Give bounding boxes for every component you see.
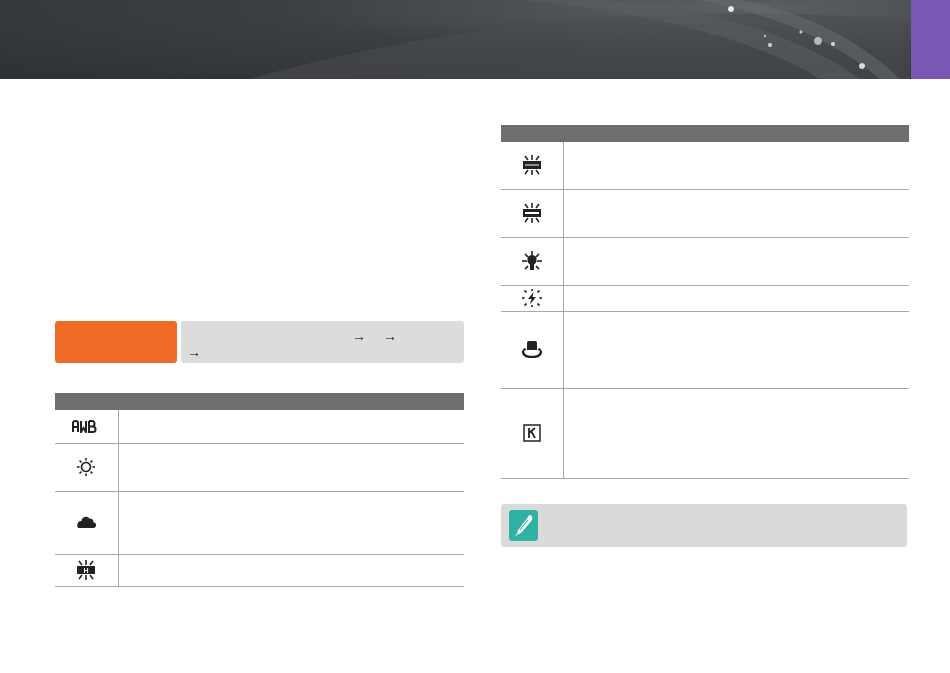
table-row [501,189,909,238]
white-balance-table-right [501,125,909,479]
mode-label-box [55,321,177,363]
table-row [501,142,909,190]
table-header-icon-col [501,125,563,142]
header-banner [0,0,950,79]
table-row [501,237,909,286]
fluorescent-w-icon [522,155,541,176]
table-row [501,311,909,389]
table-row: H [55,554,464,587]
daylight-icon [77,458,96,476]
path-arrow: → [352,328,366,344]
tungsten-icon [521,251,542,270]
menu-path-box: → → → [181,321,464,363]
banner-swoosh-graphic [250,0,910,79]
chapter-tab [911,0,950,79]
color-temperature-icon [523,424,541,442]
path-arrow: → [383,328,397,344]
fluorescent-h-icon: H [77,560,96,580]
awb-icon [72,420,97,434]
note-pen-icon [509,510,538,541]
svg-text:H: H [84,568,89,575]
table-header-desc-col [118,393,464,410]
table-header-row [501,125,909,142]
note-box [501,504,907,547]
white-balance-table-left: H [55,393,464,587]
table-row [501,285,909,312]
table-row [501,388,909,479]
table-row [55,491,464,555]
flash-wb-icon [521,289,542,307]
path-arrow: → [187,344,201,360]
cloudy-icon [77,516,97,529]
fluorescent-n-icon [522,203,541,223]
table-row [55,410,464,444]
custom-set-icon [521,341,542,359]
table-row [55,443,464,492]
table-header-row [55,393,464,410]
table-header-desc-col [563,125,909,142]
table-header-icon-col [55,393,118,410]
